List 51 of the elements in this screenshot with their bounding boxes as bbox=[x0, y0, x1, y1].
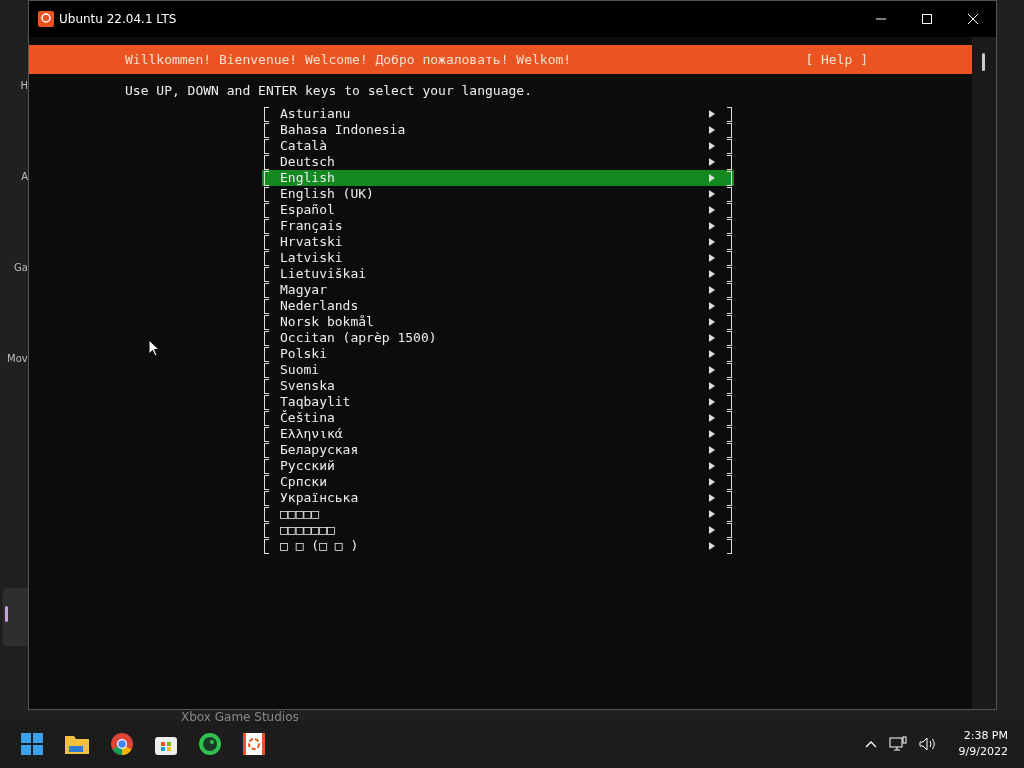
scrollbar-thumb[interactable] bbox=[982, 53, 985, 71]
network-icon[interactable] bbox=[888, 736, 907, 752]
desktop-label: Mov bbox=[7, 353, 28, 364]
language-option[interactable]: Bahasa Indonesia bbox=[262, 122, 734, 138]
close-icon[interactable] bbox=[967, 13, 979, 25]
ubuntu-icon[interactable] bbox=[242, 732, 266, 756]
language-option[interactable]: Nederlands bbox=[262, 298, 734, 314]
language-option[interactable]: Latviski bbox=[262, 250, 734, 266]
instruction-text: Use UP, DOWN and ENTER keys to select your language. bbox=[124, 82, 533, 100]
desktop-label: A bbox=[21, 171, 28, 182]
welcome-text: Willkommen! Bienvenue! Welcome! Добро пожаловать! Welkom! bbox=[125, 52, 572, 67]
language-option[interactable]: Русский bbox=[262, 458, 734, 474]
desktop-label: H bbox=[20, 80, 28, 91]
language-option[interactable]: Polski bbox=[262, 346, 734, 362]
language-option[interactable]: Čeština bbox=[262, 410, 734, 426]
language-option[interactable]: Svenska bbox=[262, 378, 734, 394]
desktop-label: Ga bbox=[14, 262, 28, 273]
language-option[interactable]: Taqbaylit bbox=[262, 394, 734, 410]
language-option[interactable]: □□□□□□□ bbox=[262, 522, 734, 538]
language-option[interactable]: Hrvatski bbox=[262, 234, 734, 250]
language-option[interactable]: Lietuviškai bbox=[262, 266, 734, 282]
language-option[interactable]: Українська bbox=[262, 490, 734, 506]
language-option[interactable]: □□□□□ bbox=[262, 506, 734, 522]
language-option[interactable]: Asturianu bbox=[262, 106, 734, 122]
language-option[interactable]: Deutsch bbox=[262, 154, 734, 170]
language-option[interactable]: Српски bbox=[262, 474, 734, 490]
language-option[interactable]: Occitan (aprèp 1500) bbox=[262, 330, 734, 346]
language-option[interactable]: Français bbox=[262, 218, 734, 234]
clock-date[interactable]: 9/9/2022 bbox=[958, 744, 1008, 760]
clock-time[interactable]: 2:38 PM bbox=[963, 728, 1008, 744]
publisher-text: Xbox Game Studios bbox=[181, 710, 299, 724]
speaker-icon[interactable] bbox=[918, 737, 937, 751]
side-tab[interactable] bbox=[3, 588, 28, 646]
chrome-icon[interactable] bbox=[110, 732, 134, 756]
language-option[interactable]: Norsk bokmål bbox=[262, 314, 734, 330]
language-option[interactable]: Magyar bbox=[262, 282, 734, 298]
language-option[interactable]: Español bbox=[262, 202, 734, 218]
language-option[interactable]: Català bbox=[262, 138, 734, 154]
language-option[interactable]: Беларуская bbox=[262, 442, 734, 458]
caret-icon[interactable] bbox=[864, 740, 877, 748]
language-option[interactable]: □ □ (□ □ ) bbox=[262, 538, 734, 554]
language-option[interactable]: Suomi bbox=[262, 362, 734, 378]
maximize-icon[interactable] bbox=[921, 13, 933, 25]
folder-icon[interactable] bbox=[64, 733, 90, 755]
ubuntu-icon bbox=[38, 11, 54, 27]
cursor-icon bbox=[148, 339, 160, 357]
language-option[interactable]: English bbox=[262, 170, 734, 186]
language-option[interactable]: English (UK) bbox=[262, 186, 734, 202]
window-title: Ubuntu 22.04.1 LTS bbox=[59, 12, 177, 26]
language-option[interactable]: Ελληνικά bbox=[262, 426, 734, 442]
windows-icon[interactable] bbox=[20, 732, 44, 756]
